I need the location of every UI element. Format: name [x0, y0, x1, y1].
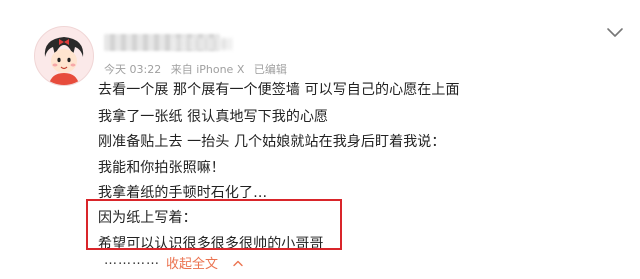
ellipsis: ………… [104, 253, 160, 268]
chevron-down-icon[interactable] [604, 24, 626, 40]
post-card: 今天 03:22 来自 iPhone X 已编辑 去看一个展 那个展有一个便签墙… [0, 0, 640, 279]
chevron-up-icon[interactable] [232, 259, 244, 267]
username-blurred-extra [172, 38, 232, 50]
post-text-line: 刚准备贴上去 一抬头 几个姑娘就站在我身后盯着我说： [98, 134, 446, 150]
highlight-box [86, 199, 342, 250]
post-text-line: 去看一个展 那个展有一个便签墙 可以写自己的心愿在上面 [98, 82, 460, 98]
post-source: 来自 iPhone X [170, 63, 245, 76]
post-text-line: 我拿了一张纸 很认真地写下我的心愿 [98, 109, 329, 125]
post-edited: 已编辑 [253, 63, 287, 76]
post-time: 今天 03:22 [104, 63, 162, 76]
cartoon-girl-avatar-icon [35, 27, 93, 85]
post-meta: 今天 03:22 来自 iPhone X 已编辑 [104, 61, 293, 77]
avatar[interactable] [34, 26, 94, 86]
post-text-line: 我能和你拍张照嘛！ [98, 160, 225, 176]
collapse-text-link[interactable]: 收起全文 [166, 253, 218, 272]
